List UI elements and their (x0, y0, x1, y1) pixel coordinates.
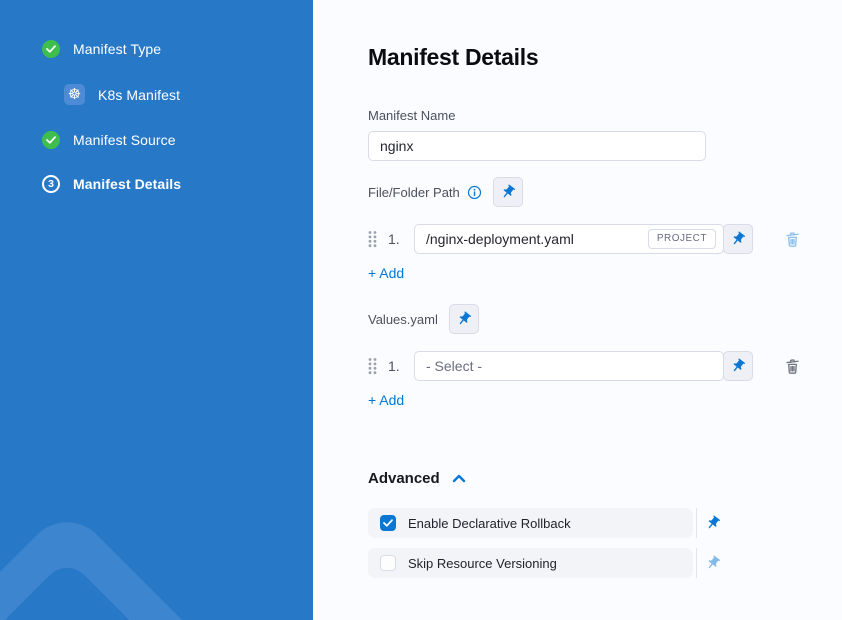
step-complete-check-icon (42, 131, 60, 149)
step-complete-check-icon (42, 40, 60, 58)
runtime-input-pin-icon[interactable] (705, 555, 721, 571)
step-manifest-details[interactable]: 3 Manifest Details (42, 175, 313, 193)
runtime-input-pin-icon[interactable] (705, 515, 721, 531)
add-file-path-link[interactable]: + Add (368, 265, 404, 281)
drag-handle-icon[interactable] (368, 230, 377, 248)
page-title: Manifest Details (368, 44, 842, 71)
values-yaml-label: Values.yaml (368, 312, 438, 327)
delete-row-icon[interactable] (783, 230, 802, 249)
wizard-sidebar: Manifest Type ☸ K8s Manifest Manifest So… (0, 0, 313, 620)
manifest-name-label: Manifest Name (368, 108, 842, 123)
chevron-up-icon (452, 474, 466, 483)
option-label: Skip Resource Versioning (408, 556, 557, 571)
runtime-input-pin-button[interactable] (449, 304, 479, 334)
step-label: Manifest Source (73, 132, 176, 148)
info-icon[interactable] (467, 185, 482, 200)
step-number-badge: 3 (42, 175, 60, 193)
delete-row-icon[interactable] (783, 357, 802, 376)
manifest-name-input[interactable] (368, 131, 706, 161)
option-enable-declarative-rollback[interactable]: Enable Declarative Rollback (368, 508, 728, 538)
runtime-input-pin-button[interactable] (723, 351, 753, 381)
step-k8s-manifest[interactable]: ☸ K8s Manifest (64, 84, 313, 105)
advanced-section-toggle[interactable]: Advanced (368, 470, 842, 487)
step-manifest-source[interactable]: Manifest Source (42, 131, 313, 149)
row-index: 1. (388, 231, 405, 247)
option-skip-resource-versioning[interactable]: Skip Resource Versioning (368, 548, 728, 578)
runtime-input-pin-button[interactable] (493, 177, 523, 207)
declarative-rollback-checkbox[interactable] (380, 515, 396, 531)
add-values-file-link[interactable]: + Add (368, 392, 404, 408)
values-yaml-row: 1. - Select - (368, 351, 842, 381)
scope-badge: PROJECT (648, 229, 716, 249)
row-index: 1. (388, 358, 405, 374)
file-path-row: 1. PROJECT (368, 224, 842, 254)
values-file-select[interactable]: - Select - (414, 351, 724, 381)
wizard-steps-nav: Manifest Type ☸ K8s Manifest Manifest So… (0, 0, 313, 193)
file-folder-path-label: File/Folder Path (368, 185, 460, 200)
advanced-title: Advanced (368, 470, 440, 487)
kubernetes-icon: ☸ (64, 84, 85, 105)
step-label: Manifest Type (73, 41, 161, 57)
drag-handle-icon[interactable] (368, 357, 377, 375)
option-label: Enable Declarative Rollback (408, 516, 571, 531)
step-label: Manifest Details (73, 176, 181, 192)
skip-resource-versioning-checkbox[interactable] (380, 555, 396, 571)
step-manifest-type[interactable]: Manifest Type (42, 40, 313, 58)
runtime-input-pin-button[interactable] (723, 224, 753, 254)
step-label: K8s Manifest (98, 87, 180, 103)
manifest-details-panel: Manifest Details Manifest Name File/Fold… (313, 0, 842, 620)
